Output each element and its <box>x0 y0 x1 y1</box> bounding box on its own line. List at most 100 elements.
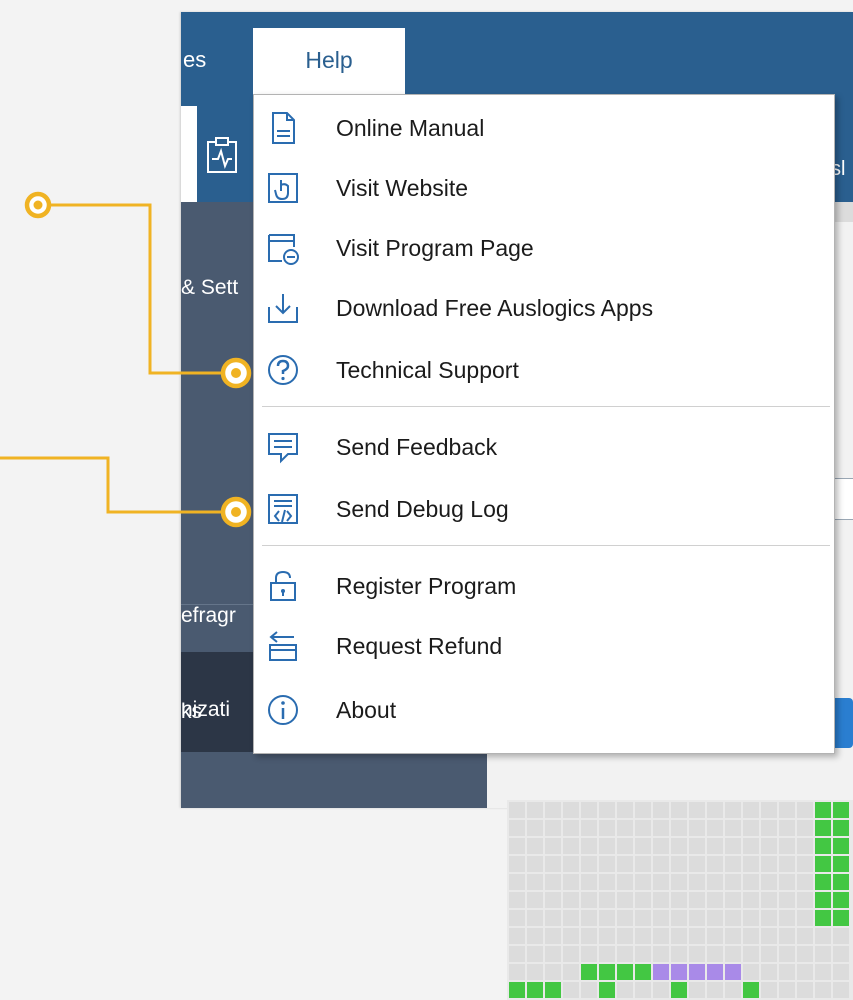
cluster-cell <box>653 946 669 962</box>
cluster-cell <box>707 910 723 926</box>
cluster-cell <box>761 802 777 818</box>
menu-item-online-manual[interactable]: Online Manual <box>254 99 834 157</box>
cluster-cell <box>689 874 705 890</box>
menu-item-register-program[interactable]: Register Program <box>254 557 834 615</box>
cluster-cell <box>635 964 651 980</box>
cluster-cell <box>635 874 651 890</box>
cluster-cell <box>617 982 633 998</box>
cluster-cell <box>779 874 795 890</box>
cluster-cell <box>527 964 543 980</box>
cluster-cell <box>599 856 615 872</box>
info-icon <box>268 695 298 725</box>
cluster-cell <box>761 892 777 908</box>
cluster-cell <box>653 802 669 818</box>
cluster-cell <box>833 874 849 890</box>
cluster-cell <box>581 802 597 818</box>
menu-item-label: Request Refund <box>336 633 503 659</box>
cluster-cell <box>833 856 849 872</box>
cluster-cell <box>653 838 669 854</box>
cluster-cell <box>743 856 759 872</box>
sidebar-item-settings[interactable]: & Sett <box>181 276 238 300</box>
cluster-cell <box>815 892 831 908</box>
cluster-cell <box>671 928 687 944</box>
cluster-cell <box>671 964 687 980</box>
cluster-cell <box>509 820 525 836</box>
cluster-cell <box>689 946 705 962</box>
cluster-cell <box>725 928 741 944</box>
toolbar-tab[interactable] <box>181 106 197 202</box>
cluster-cell <box>743 892 759 908</box>
cluster-cell <box>617 874 633 890</box>
cluster-cell <box>599 820 615 836</box>
menu-item-about[interactable]: About <box>254 681 834 739</box>
cluster-cell <box>563 856 579 872</box>
cluster-cell <box>509 802 525 818</box>
cluster-cell <box>671 856 687 872</box>
clipboard-pulse-icon[interactable] <box>203 136 241 174</box>
cluster-cell <box>797 838 813 854</box>
cluster-cell <box>599 964 615 980</box>
menu-help[interactable]: Help <box>253 28 405 94</box>
sidebar-item-defrag[interactable]: efragr <box>181 604 236 628</box>
cluster-cell <box>815 910 831 926</box>
cluster-cell <box>689 820 705 836</box>
cluster-cell <box>725 892 741 908</box>
menu-item-partial[interactable]: es <box>181 12 206 94</box>
cluster-cell <box>545 820 561 836</box>
cluster-cell <box>707 802 723 818</box>
menu-item-label: Online Manual <box>336 115 485 141</box>
cluster-cell <box>689 892 705 908</box>
cluster-cell <box>833 910 849 926</box>
menu-item-label: Technical Support <box>336 357 519 383</box>
hand-pointer-icon <box>268 173 298 203</box>
cluster-cell <box>689 910 705 926</box>
menu-item-request-refund[interactable]: Request Refund <box>254 617 834 675</box>
sidebar-item-optimization[interactable]: nizati <box>181 698 230 722</box>
menu-item-technical-support[interactable]: Technical Support <box>254 341 834 399</box>
cluster-cell <box>527 910 543 926</box>
cluster-cell <box>725 910 741 926</box>
cluster-cell <box>833 892 849 908</box>
cluster-cell <box>707 838 723 854</box>
cluster-cell <box>545 946 561 962</box>
cluster-cell <box>743 928 759 944</box>
cluster-cell <box>581 946 597 962</box>
cluster-cell <box>527 874 543 890</box>
cluster-cell <box>743 964 759 980</box>
cluster-cell <box>833 838 849 854</box>
menu-item-label: Register Program <box>336 573 517 599</box>
cluster-cell <box>779 892 795 908</box>
cluster-cell <box>653 892 669 908</box>
menu-item-send-feedback[interactable]: Send Feedback <box>254 418 834 476</box>
debug-log-icon <box>268 494 298 524</box>
cluster-cell <box>833 964 849 980</box>
cluster-cell <box>689 964 705 980</box>
cluster-cell <box>617 892 633 908</box>
cluster-cell <box>599 838 615 854</box>
cluster-cell <box>527 856 543 872</box>
callout-dot-start <box>24 191 52 219</box>
menu-item-download-apps[interactable]: Download Free Auslogics Apps <box>254 279 834 337</box>
cluster-cell <box>815 964 831 980</box>
cluster-cell <box>599 928 615 944</box>
cluster-cell <box>671 892 687 908</box>
lock-icon <box>270 570 296 601</box>
cluster-cell <box>707 946 723 962</box>
menu-item-visit-program-page[interactable]: Visit Program Page <box>254 219 834 277</box>
menu-item-visit-website[interactable]: Visit Website <box>254 159 834 217</box>
cluster-cell <box>509 892 525 908</box>
menu-item-send-debug-log[interactable]: Send Debug Log <box>254 480 834 538</box>
cluster-cell <box>653 982 669 998</box>
cluster-cell <box>671 982 687 998</box>
cluster-cell <box>545 964 561 980</box>
cluster-cell <box>761 964 777 980</box>
cluster-cell <box>797 964 813 980</box>
cluster-cell <box>725 946 741 962</box>
cluster-cell <box>779 928 795 944</box>
menu-separator <box>262 406 830 407</box>
cluster-cell <box>743 820 759 836</box>
cluster-cell <box>563 928 579 944</box>
cluster-cell <box>653 874 669 890</box>
cluster-cell <box>779 820 795 836</box>
cluster-cell <box>689 802 705 818</box>
